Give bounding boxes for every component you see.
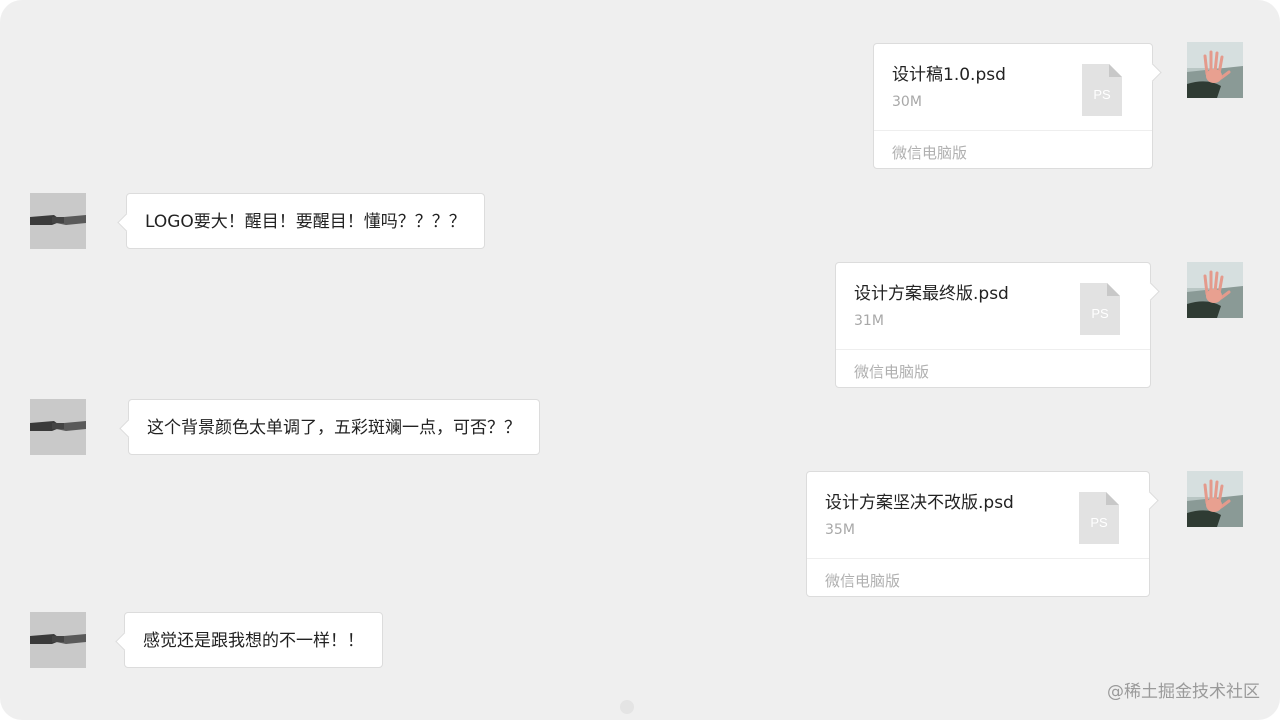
divider <box>807 558 1149 559</box>
scroll-indicator <box>620 700 634 714</box>
bubble-tail <box>117 213 136 232</box>
raised-hand-avatar-icon <box>1187 471 1243 527</box>
file-name: 设计方案最终版.psd <box>854 284 1009 304</box>
file-message[interactable]: 设计方案最终版.psd 31M PS 微信电脑版 <box>835 262 1160 388</box>
avatar[interactable] <box>30 612 86 668</box>
avatar[interactable] <box>30 399 86 455</box>
message-text: 这个背景颜色太单调了，五彩斑斓一点，可否？？ <box>147 418 521 438</box>
file-source: 微信电脑版 <box>892 144 968 162</box>
file-message[interactable]: 设计方案坚决不改版.psd 35M PS 微信电脑版 <box>806 471 1159 597</box>
bubble-tail <box>1140 491 1159 510</box>
psd-file-icon: PS <box>1079 492 1119 544</box>
file-message[interactable]: 设计稿1.0.psd 30M PS 微信电脑版 <box>873 43 1162 169</box>
bubble-tail <box>1141 282 1160 301</box>
avatar[interactable] <box>1187 471 1243 527</box>
chat-window: 设计稿1.0.psd 30M PS 微信电脑版 LOGO要大！醒目！要醒目！懂吗… <box>0 0 1280 720</box>
file-icon-label: PS <box>1093 87 1111 102</box>
file-source: 微信电脑版 <box>825 572 901 590</box>
bubble-tail <box>1143 63 1162 82</box>
bubble-tail <box>119 419 138 438</box>
raised-hand-avatar-icon <box>1187 262 1243 318</box>
watermark: @稀土掘金技术社区 <box>1107 682 1260 702</box>
message-text: 感觉还是跟我想的不一样！！ <box>143 631 364 651</box>
file-icon-label: PS <box>1090 515 1108 530</box>
bubble-tail <box>115 632 134 651</box>
text-message[interactable]: LOGO要大！醒目！要醒目！懂吗？？？？ <box>117 193 485 249</box>
psd-file-icon: PS <box>1080 283 1120 335</box>
file-size: 31M <box>854 313 884 329</box>
file-name: 设计稿1.0.psd <box>892 65 1006 85</box>
file-size: 30M <box>892 94 922 110</box>
avatar[interactable] <box>30 193 86 249</box>
file-size: 35M <box>825 522 855 538</box>
text-message[interactable]: 这个背景颜色太单调了，五彩斑斓一点，可否？？ <box>119 399 540 455</box>
file-source: 微信电脑版 <box>854 363 930 381</box>
file-name: 设计方案坚决不改版.psd <box>825 493 1014 513</box>
handshake-avatar-icon <box>30 399 86 455</box>
message-text: LOGO要大！醒目！要醒目！懂吗？？？？ <box>145 212 466 232</box>
file-icon-label: PS <box>1091 306 1109 321</box>
avatar[interactable] <box>1187 262 1243 318</box>
handshake-avatar-icon <box>30 612 86 668</box>
psd-file-icon: PS <box>1082 64 1122 116</box>
text-message[interactable]: 感觉还是跟我想的不一样！！ <box>115 612 383 668</box>
handshake-avatar-icon <box>30 193 86 249</box>
raised-hand-avatar-icon <box>1187 42 1243 98</box>
avatar[interactable] <box>1187 42 1243 98</box>
divider <box>874 130 1152 131</box>
divider <box>836 349 1150 350</box>
